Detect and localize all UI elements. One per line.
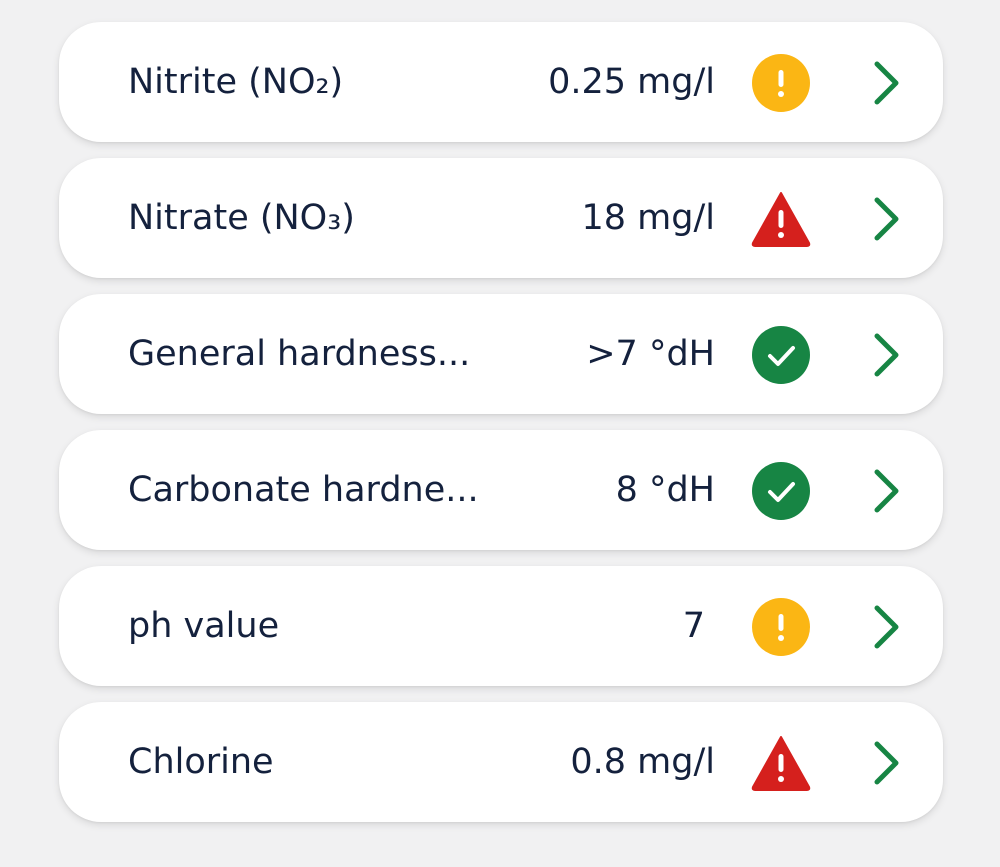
- chevron-right-icon[interactable]: [869, 195, 903, 243]
- chevron-right-icon[interactable]: [869, 467, 903, 515]
- parameter-label: Nitrate (NO₃): [128, 198, 355, 238]
- parameter-label: ph value: [128, 606, 280, 646]
- list-item-chlorine[interactable]: Chlorine 0.8 mg/l: [59, 702, 943, 822]
- parameter-value: 18 mg/l: [581, 198, 716, 238]
- list-item-general-hardness[interactable]: General hardness... >7 °dH: [59, 294, 943, 414]
- check-circle-icon: [751, 325, 811, 385]
- parameter-label: Chlorine: [128, 742, 274, 782]
- warning-icon: [751, 597, 811, 657]
- list-item-ph-value[interactable]: ph value 7: [59, 566, 943, 686]
- parameter-value: 7: [682, 606, 705, 646]
- parameter-label: General hardness...: [128, 334, 471, 374]
- parameter-value: 0.25 mg/l: [548, 62, 715, 102]
- parameter-label: Carbonate hardne...: [128, 470, 479, 510]
- chevron-right-icon[interactable]: [869, 739, 903, 787]
- warning-icon: [751, 53, 811, 113]
- parameter-label: Nitrite (NO₂): [128, 62, 344, 102]
- check-circle-icon: [751, 461, 811, 521]
- list-item-nitrite[interactable]: Nitrite (NO₂) 0.25 mg/l: [59, 22, 943, 142]
- alert-triangle-icon: [751, 733, 811, 793]
- chevron-right-icon[interactable]: [869, 603, 903, 651]
- chevron-right-icon[interactable]: [869, 331, 903, 379]
- chevron-right-icon[interactable]: [869, 59, 903, 107]
- parameter-value: >7 °dH: [586, 334, 715, 374]
- alert-triangle-icon: [751, 189, 811, 249]
- parameter-value: 0.8 mg/l: [570, 742, 715, 782]
- parameter-value: 8 °dH: [615, 470, 715, 510]
- list-item-nitrate[interactable]: Nitrate (NO₃) 18 mg/l: [59, 158, 943, 278]
- list-item-carbonate-hardness[interactable]: Carbonate hardne... 8 °dH: [59, 430, 943, 550]
- water-parameter-list: Nitrite (NO₂) 0.25 mg/l Nitrate (NO₃) 18…: [0, 0, 1000, 867]
